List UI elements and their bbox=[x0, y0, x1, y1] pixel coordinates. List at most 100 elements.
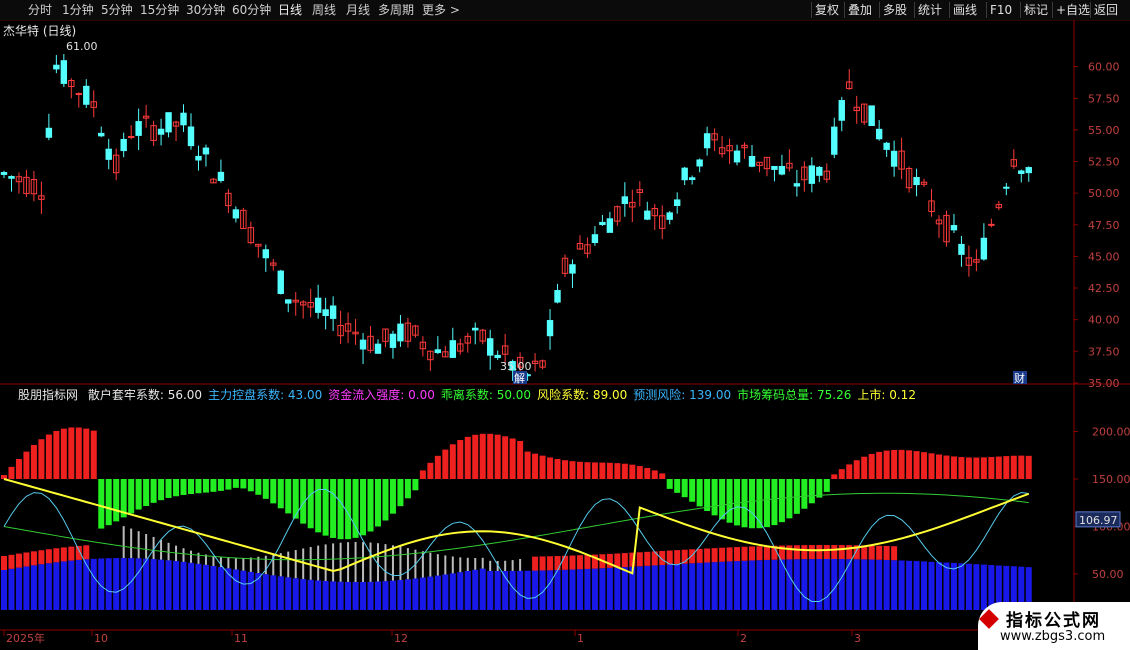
candle-body bbox=[733, 150, 741, 163]
red-stack-bar bbox=[45, 549, 52, 564]
chart-area[interactable]: 60.00 57.50 55.00 52.50 50.00 47.50 45.00 42.50… bbox=[0, 20, 1130, 650]
toolbar-button-4[interactable]: 画线 bbox=[953, 2, 977, 18]
period-2[interactable]: 5分钟 bbox=[101, 2, 133, 18]
toolbar-button-8[interactable]: 返回 bbox=[1094, 2, 1118, 18]
blue-bar bbox=[868, 559, 875, 610]
candle-body bbox=[187, 126, 195, 147]
red-bar bbox=[60, 428, 67, 479]
candle-body bbox=[666, 212, 673, 220]
period-8[interactable]: 月线 bbox=[346, 2, 370, 18]
blue-bar bbox=[719, 561, 726, 610]
toolbar-button-2[interactable]: 多股 bbox=[883, 2, 907, 18]
red-bar bbox=[83, 428, 90, 479]
period-4[interactable]: 30分钟 bbox=[186, 2, 225, 18]
blue-bar bbox=[449, 573, 456, 610]
blue-bar bbox=[38, 564, 45, 610]
toolbar-divider bbox=[1052, 2, 1053, 18]
blue-bar bbox=[831, 559, 838, 610]
blue-bar bbox=[8, 568, 15, 610]
red-bar bbox=[861, 456, 868, 479]
toolbar-button-6[interactable]: 标记 bbox=[1024, 2, 1048, 18]
red-stack-bar bbox=[674, 550, 681, 565]
indicator-item-6: 市场筹码总量: 75.26 bbox=[737, 388, 852, 402]
candle-body bbox=[883, 142, 890, 150]
candle-body bbox=[778, 165, 786, 175]
candle-body bbox=[277, 270, 284, 294]
period-3[interactable]: 15分钟 bbox=[140, 2, 179, 18]
toolbar-button-1[interactable]: 叠加 bbox=[848, 2, 872, 18]
green-bar bbox=[270, 479, 277, 504]
green-bar bbox=[173, 479, 180, 497]
candle-body bbox=[487, 338, 494, 356]
toolbar-button-0[interactable]: 复权 bbox=[815, 2, 839, 18]
red-bar bbox=[936, 454, 942, 479]
candle-body bbox=[688, 177, 696, 180]
green-bar bbox=[128, 479, 135, 514]
blue-bar bbox=[180, 561, 187, 610]
red-bar bbox=[943, 455, 950, 479]
red-bar bbox=[494, 434, 501, 479]
red-bar bbox=[434, 455, 441, 479]
toolbar-button-7[interactable]: +自选 bbox=[1056, 2, 1090, 18]
candle-body bbox=[771, 165, 778, 170]
period-9[interactable]: 多周期 bbox=[378, 2, 414, 18]
candle-body bbox=[75, 93, 82, 96]
red-bar bbox=[928, 453, 935, 479]
price-tick-label: 47.50 bbox=[1088, 219, 1120, 232]
blue-bar bbox=[726, 561, 733, 610]
red-bar bbox=[442, 449, 449, 479]
blue-bar bbox=[906, 560, 913, 610]
blue-bar bbox=[397, 579, 404, 610]
candle-body bbox=[838, 100, 845, 121]
period-1[interactable]: 1分钟 bbox=[62, 2, 94, 18]
red-bar bbox=[1018, 455, 1025, 479]
red-bar bbox=[576, 461, 583, 479]
candle-body bbox=[703, 133, 711, 149]
period-0[interactable]: 分时 bbox=[28, 2, 52, 18]
red-bar bbox=[68, 427, 75, 479]
toolbar-button-5[interactable]: F10 bbox=[990, 2, 1012, 18]
candle-body bbox=[546, 320, 554, 337]
red-stack-bar bbox=[808, 545, 815, 560]
period-10[interactable]: 更多 > bbox=[422, 2, 460, 18]
indicator-item-3: 乖离系数: 50.00 bbox=[440, 388, 532, 402]
candle-body bbox=[329, 305, 337, 319]
green-bar bbox=[165, 479, 172, 498]
time-label: 1 bbox=[577, 632, 584, 645]
blue-bar bbox=[68, 560, 75, 610]
green-bar bbox=[105, 479, 112, 526]
red-bar bbox=[562, 460, 568, 479]
red-bar bbox=[950, 456, 957, 479]
red-bar bbox=[90, 430, 97, 479]
green-bar bbox=[704, 479, 711, 511]
red-stack-bar bbox=[1, 556, 7, 570]
blue-bar bbox=[696, 562, 703, 610]
blue-bar bbox=[135, 558, 142, 610]
green-bar bbox=[158, 479, 165, 501]
red-stack-bar bbox=[726, 547, 733, 562]
ind-tick-label: 200.00 bbox=[1092, 426, 1130, 439]
red-bar bbox=[464, 436, 471, 479]
blue-bar bbox=[674, 564, 681, 610]
green-bar bbox=[180, 479, 187, 495]
red-stack-bar bbox=[60, 547, 67, 562]
time-label: 11 bbox=[234, 632, 248, 645]
period-6[interactable]: 日线 bbox=[278, 2, 302, 18]
blue-bar bbox=[861, 559, 868, 610]
red-bar bbox=[659, 473, 666, 479]
blue-bar bbox=[547, 570, 554, 610]
red-stack-bar bbox=[868, 545, 875, 560]
red-bar bbox=[876, 451, 883, 479]
red-stack-bar bbox=[539, 556, 546, 571]
candle-body bbox=[83, 85, 90, 105]
candle-body bbox=[157, 128, 165, 135]
toolbar-divider bbox=[986, 2, 987, 18]
green-bar bbox=[726, 479, 733, 523]
candle-body bbox=[202, 147, 210, 155]
indicator-item-1: 主力控盘系数: 43.00 bbox=[208, 388, 323, 402]
period-7[interactable]: 周线 bbox=[312, 2, 336, 18]
toolbar-button-3[interactable]: 统计 bbox=[918, 2, 942, 18]
blue-bar bbox=[681, 563, 688, 610]
period-5[interactable]: 60分钟 bbox=[232, 2, 271, 18]
red-stack-bar bbox=[891, 546, 898, 561]
